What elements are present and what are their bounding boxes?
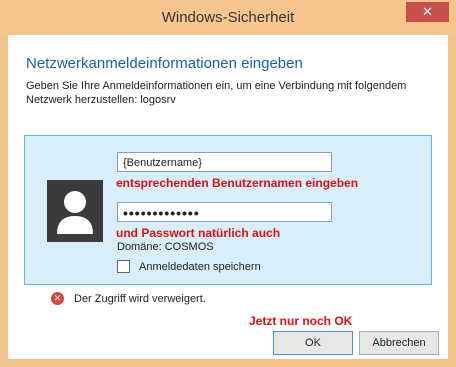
title-bar[interactable]: Windows-Sicherheit ✕ [1,1,455,35]
ok-button[interactable]: OK [273,331,353,355]
error-message: ✕ Der Zugriff wird verweigert. [51,292,206,305]
close-button[interactable]: ✕ [406,2,449,22]
cancel-button[interactable]: Abbrechen [359,331,439,355]
annotation-ok: Jetzt nur noch OK [249,314,353,328]
dialog-heading: Netzwerkanmeldeinformationen eingeben [26,55,303,72]
remember-credentials[interactable]: Anmeldedaten speichern [117,260,261,273]
error-icon: ✕ [51,292,64,305]
error-text: Der Zugriff wird verweigert. [74,292,206,305]
remember-label: Anmeldedaten speichern [139,260,261,273]
password-input[interactable]: ••••••••••••• [117,202,332,222]
credentials-panel: {Benutzername} entsprechenden Benutzerna… [24,135,432,285]
window-title: Windows-Sicherheit [161,9,295,26]
dialog-description: Geben Sie Ihre Anmeldeinformationen ein,… [26,80,407,106]
username-input[interactable]: {Benutzername} [117,152,332,172]
domain-label: Domäne: COSMOS [117,241,214,253]
remember-checkbox[interactable] [117,260,130,273]
security-dialog: Windows-Sicherheit ✕ Netzwerkanmeldeinfo… [0,0,456,367]
user-avatar-icon [47,180,103,242]
dialog-body: Netzwerkanmeldeinformationen eingeben Ge… [8,35,448,359]
annotation-password: und Passwort natürlich auch [116,226,281,240]
annotation-username: entsprechenden Benutzernamen eingeben [116,176,359,190]
